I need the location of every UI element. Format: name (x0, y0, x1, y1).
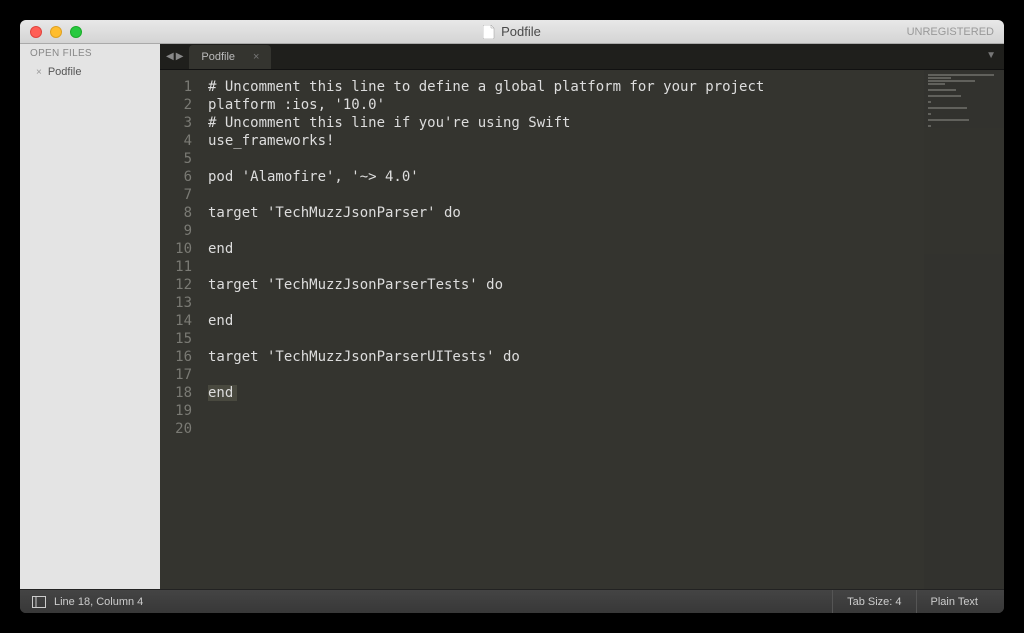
sidebar-file-item[interactable]: × Podfile (20, 63, 160, 81)
traffic-lights (20, 26, 82, 38)
status-bar: Line 18, Column 4 Tab Size: 4 Plain Text (20, 589, 1004, 613)
status-position[interactable]: Line 18, Column 4 (54, 596, 143, 608)
line-number-gutter: 1234567891011121314151617181920 (160, 70, 200, 589)
code-line[interactable] (208, 222, 924, 240)
line-number: 12 (160, 276, 192, 294)
nav-back-icon[interactable]: ◀ (166, 51, 174, 62)
tab-label: Podfile (201, 51, 235, 63)
main-area: OPEN FILES × Podfile ◀ ▶ Podfile × ▼ 123 (20, 44, 1004, 589)
code-line[interactable]: end (208, 384, 924, 402)
window-title-text: Podfile (501, 24, 541, 39)
code-line[interactable]: platform :ios, '10.0' (208, 96, 924, 114)
code-line[interactable] (208, 150, 924, 168)
line-number: 14 (160, 312, 192, 330)
code-line[interactable]: # Uncomment this line if you're using Sw… (208, 114, 924, 132)
line-number: 10 (160, 240, 192, 258)
line-number: 13 (160, 294, 192, 312)
code-line[interactable] (208, 186, 924, 204)
code-line[interactable] (208, 294, 924, 312)
code-line[interactable] (208, 258, 924, 276)
sidebar: OPEN FILES × Podfile (20, 44, 160, 589)
code-text[interactable]: # Uncomment this line to define a global… (200, 70, 924, 589)
titlebar: Podfile UNREGISTERED (20, 20, 1004, 44)
code-area[interactable]: 1234567891011121314151617181920 # Uncomm… (160, 70, 1004, 589)
line-number: 19 (160, 402, 192, 420)
code-line[interactable]: end (208, 240, 924, 258)
code-line[interactable]: target 'TechMuzzJsonParser' do (208, 204, 924, 222)
editor-window: Podfile UNREGISTERED OPEN FILES × Podfil… (20, 20, 1004, 613)
line-number: 17 (160, 366, 192, 384)
nav-forward-icon[interactable]: ▶ (176, 51, 184, 62)
code-line[interactable]: end (208, 312, 924, 330)
line-number: 9 (160, 222, 192, 240)
file-tab[interactable]: Podfile × (189, 45, 271, 69)
tab-menu-button[interactable]: ▼ (986, 50, 996, 61)
editor-pane: ◀ ▶ Podfile × ▼ 123456789101112131415161… (160, 44, 1004, 589)
line-number: 11 (160, 258, 192, 276)
line-number: 8 (160, 204, 192, 222)
code-line[interactable] (208, 420, 924, 438)
line-number: 2 (160, 96, 192, 114)
status-syntax[interactable]: Plain Text (916, 590, 993, 614)
panel-switcher-icon[interactable] (32, 596, 46, 608)
line-number: 20 (160, 420, 192, 438)
window-close-button[interactable] (30, 26, 42, 38)
document-icon (483, 25, 495, 39)
code-line[interactable] (208, 330, 924, 348)
line-number: 18 (160, 384, 192, 402)
close-icon[interactable]: × (253, 51, 259, 63)
code-line[interactable] (208, 366, 924, 384)
line-number: 7 (160, 186, 192, 204)
sidebar-open-files-header: OPEN FILES (20, 44, 160, 63)
code-line[interactable]: target 'TechMuzzJsonParserUITests' do (208, 348, 924, 366)
line-number: 4 (160, 132, 192, 150)
code-line[interactable]: pod 'Alamofire', '~> 4.0' (208, 168, 924, 186)
code-line[interactable]: # Uncomment this line to define a global… (208, 78, 924, 96)
window-maximize-button[interactable] (70, 26, 82, 38)
close-icon[interactable]: × (36, 67, 42, 78)
registration-label: UNREGISTERED (907, 26, 994, 38)
code-line[interactable] (208, 402, 924, 420)
window-title: Podfile (20, 24, 1004, 39)
status-tab-size[interactable]: Tab Size: 4 (832, 590, 915, 614)
line-number: 6 (160, 168, 192, 186)
minimap[interactable] (924, 70, 1004, 589)
sidebar-file-name: Podfile (48, 66, 82, 78)
line-number: 1 (160, 78, 192, 96)
line-number: 16 (160, 348, 192, 366)
tab-nav-arrows: ◀ ▶ (160, 44, 189, 69)
line-number: 3 (160, 114, 192, 132)
line-number: 15 (160, 330, 192, 348)
window-minimize-button[interactable] (50, 26, 62, 38)
tab-bar: ◀ ▶ Podfile × ▼ (160, 44, 1004, 70)
code-line[interactable]: use_frameworks! (208, 132, 924, 150)
code-line[interactable]: target 'TechMuzzJsonParserTests' do (208, 276, 924, 294)
line-number: 5 (160, 150, 192, 168)
